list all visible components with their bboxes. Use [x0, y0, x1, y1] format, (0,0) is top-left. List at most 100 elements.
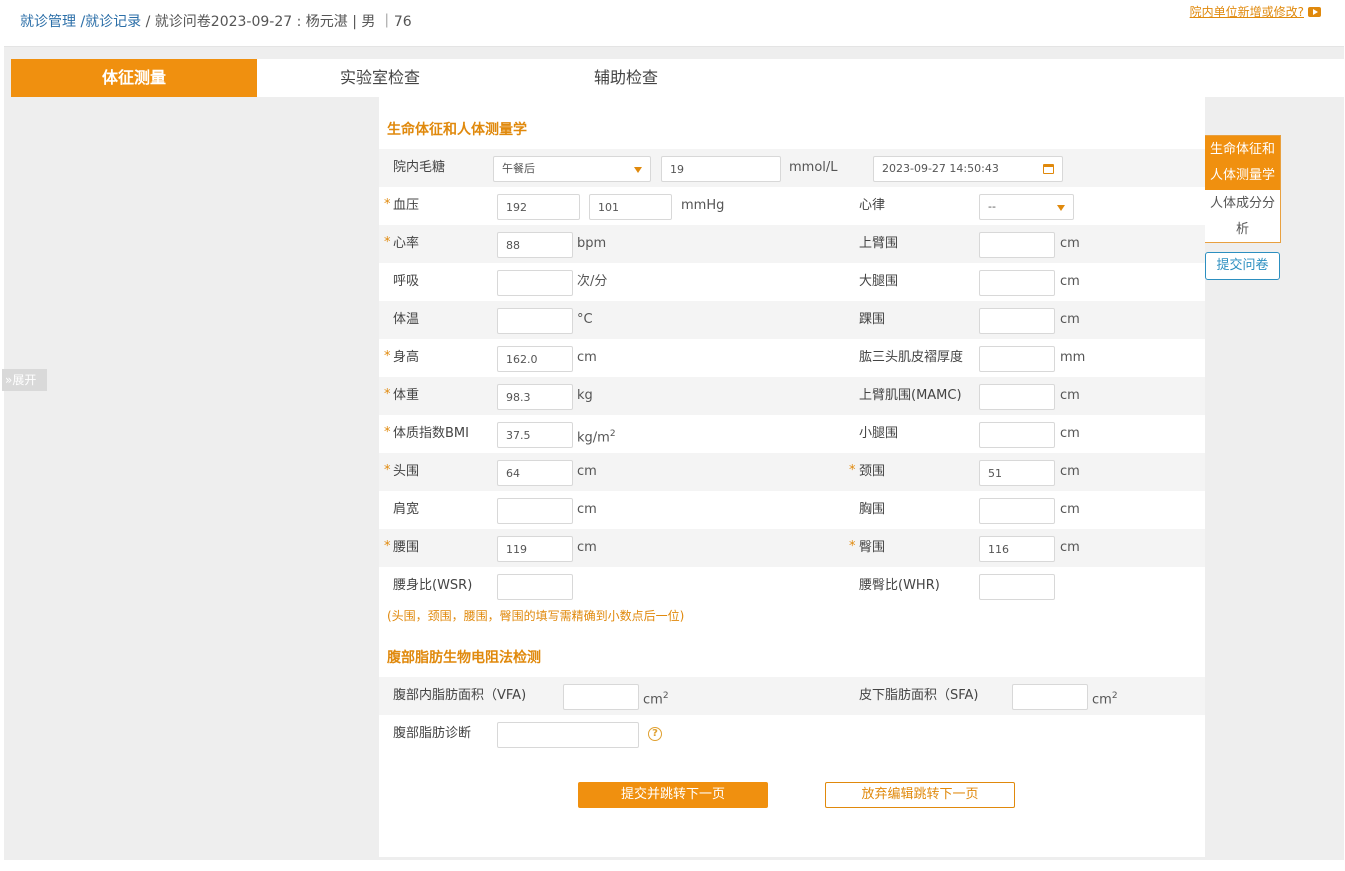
hip-unit: cm — [1060, 540, 1080, 555]
calendar-icon[interactable] — [1043, 164, 1054, 174]
calf-input[interactable] — [979, 422, 1055, 448]
vfa-input[interactable] — [563, 684, 639, 710]
play-icon[interactable] — [1308, 6, 1321, 17]
row-height: * 身高 162.0 cm 肱三头肌皮褶厚度 mm — [379, 339, 1205, 377]
tab-auxiliary-exam[interactable]: 辅助检查 — [503, 59, 749, 97]
thigh-label: 大腿围 — [859, 274, 899, 289]
bp-unit: mmHg — [681, 198, 725, 213]
weight-unit: kg — [577, 388, 593, 403]
sfa-input[interactable] — [1012, 684, 1088, 710]
row-fat-diagnosis: 腹部脂肪诊断 ? — [379, 715, 1205, 753]
vfa-label: 腹部内脂肪面积（VFA) — [393, 688, 527, 703]
discard-next-button[interactable]: 放弃编辑跳转下一页 — [825, 782, 1015, 808]
help-icon[interactable]: ? — [648, 727, 662, 741]
neck-unit: cm — [1060, 464, 1080, 479]
precision-note: (头围，颈围，腰围，臀围的填写需精确到小数点后一位) — [387, 609, 685, 623]
form-content: 生命体征和人体测量学 院内毛糖 午餐后 19 mmol/L 2023-09-27… — [379, 97, 1205, 857]
expand-label[interactable]: 展开 — [12, 373, 36, 387]
side-anchor-nav: 生命体征和人体测量学 人体成分分析 — [1205, 135, 1281, 243]
side-nav-item-vitals[interactable]: 生命体征和人体测量学 — [1205, 136, 1280, 190]
datetime-value: 2023-09-27 14:50:43 — [882, 162, 999, 175]
waist-unit: cm — [577, 540, 597, 555]
thigh-input[interactable] — [979, 270, 1055, 296]
tab-bar: 体征测量 实验室检查 辅助检查 — [11, 59, 1344, 97]
whr-input[interactable] — [979, 574, 1055, 600]
thigh-unit: cm — [1060, 274, 1080, 289]
shoulder-unit: cm — [577, 502, 597, 517]
submit-questionnaire-button[interactable]: 提交问卷 — [1205, 252, 1280, 280]
bmi-unit-base: kg/m — [577, 430, 610, 446]
section-title-abdominal-fat: 腹部脂肪生物电阻法检测 — [387, 650, 541, 666]
fat-diagnosis-input[interactable] — [497, 722, 639, 748]
height-label: 身高 — [393, 350, 420, 365]
caret-down-icon — [634, 167, 642, 173]
upper-arm-input[interactable] — [979, 232, 1055, 258]
bmi-unit-sup: 2 — [609, 429, 616, 439]
row-weight: * 体重 98.3 kg 上臂肌围(MAMC) cm — [379, 377, 1205, 415]
breadcrumb-visit-records[interactable]: /就诊记录 — [80, 14, 141, 30]
bp-label: 血压 — [393, 198, 420, 213]
resp-unit: 次/分 — [577, 274, 608, 289]
tab-lab-tests[interactable]: 实验室检查 — [257, 59, 503, 97]
resp-input[interactable] — [497, 270, 573, 296]
shoulder-input[interactable] — [497, 498, 573, 524]
hr-label: 心率 — [393, 236, 420, 251]
submit-next-button[interactable]: 提交并跳转下一页 — [578, 782, 768, 808]
side-nav-item-body-composition[interactable]: 人体成分分析 — [1205, 190, 1280, 244]
row-fat-area: 腹部内脂肪面积（VFA) cm2 皮下脂肪面积（SFA) cm2 — [379, 677, 1205, 715]
weight-input[interactable]: 98.3 — [497, 384, 573, 410]
bp-systolic-input[interactable]: 192 — [497, 194, 580, 220]
mamc-input[interactable] — [979, 384, 1055, 410]
chest-unit: cm — [1060, 502, 1080, 517]
datetime-field[interactable]: 2023-09-27 14:50:43 — [873, 156, 1063, 182]
required-mark: * — [384, 387, 391, 402]
row-hr: * 心率 88 bpm 上臂围 cm — [379, 225, 1205, 263]
head-unit: cm — [577, 464, 597, 479]
unit-edit-link[interactable]: 院内单位新增或修改? — [1190, 3, 1321, 20]
unit-edit-link-label[interactable]: 院内单位新增或修改? — [1190, 3, 1304, 20]
sfa-label: 皮下脂肪面积（SFA) — [859, 688, 979, 703]
waist-input[interactable]: 119 — [497, 536, 573, 562]
shoulder-label: 肩宽 — [393, 502, 420, 517]
glucose-input[interactable]: 19 — [661, 156, 781, 182]
mamc-label: 上臂肌围(MAMC) — [859, 388, 962, 403]
bmi-input[interactable]: 37.5 — [497, 422, 573, 448]
temp-unit: °C — [577, 312, 593, 327]
height-input[interactable]: 162.0 — [497, 346, 573, 372]
row-glucose: 院内毛糖 午餐后 19 mmol/L 2023-09-27 14:50:43 — [379, 149, 1205, 187]
vfa-unit-base: cm — [643, 692, 663, 708]
vfa-unit: cm2 — [643, 677, 669, 719]
hip-input[interactable]: 116 — [979, 536, 1055, 562]
calf-unit: cm — [1060, 426, 1080, 441]
hr-unit: bpm — [577, 236, 607, 251]
triceps-unit: mm — [1060, 350, 1086, 365]
row-bp: * 血压 192 101 mmHg 心律 -- — [379, 187, 1205, 225]
temp-input[interactable] — [497, 308, 573, 334]
chest-input[interactable] — [979, 498, 1055, 524]
row-ratios: 腰身比(WSR) 腰臀比(WHR) — [379, 567, 1205, 605]
vfa-unit-sup: 2 — [662, 691, 669, 701]
triceps-input[interactable] — [979, 346, 1055, 372]
glucose-label: 院内毛糖 — [393, 160, 446, 175]
meal-select[interactable]: 午餐后 — [493, 156, 651, 182]
bp-diastolic-input[interactable]: 101 — [589, 194, 672, 220]
neck-input[interactable]: 51 — [979, 460, 1055, 486]
wsr-input[interactable] — [497, 574, 573, 600]
rhythm-select[interactable]: -- — [979, 194, 1074, 220]
breadcrumb-current: / 就诊问卷2023-09-27 : 杨元湛 | 男 ｜76 — [145, 14, 412, 30]
head-input[interactable]: 64 — [497, 460, 573, 486]
bmi-unit: kg/m2 — [577, 415, 616, 457]
hip-label: 臀围 — [859, 540, 886, 555]
row-head: * 头围 64 cm * 颈围 51 cm — [379, 453, 1205, 491]
head-label: 头围 — [393, 464, 420, 479]
breadcrumb: 就诊管理 /就诊记录 / 就诊问卷2023-09-27 : 杨元湛 | 男 ｜7… — [20, 11, 412, 31]
ankle-label: 踝围 — [859, 312, 886, 327]
row-waist: * 腰围 119 cm * 臀围 116 cm — [379, 529, 1205, 567]
hr-input[interactable]: 88 — [497, 232, 573, 258]
breadcrumb-visit-management[interactable]: 就诊管理 — [20, 14, 76, 30]
tab-vital-signs[interactable]: 体征测量 — [11, 59, 257, 97]
ankle-input[interactable] — [979, 308, 1055, 334]
sfa-unit-sup: 2 — [1111, 691, 1118, 701]
expand-toggle[interactable]: »展开 — [2, 369, 47, 391]
section-title-vitals: 生命体征和人体测量学 — [387, 122, 527, 138]
